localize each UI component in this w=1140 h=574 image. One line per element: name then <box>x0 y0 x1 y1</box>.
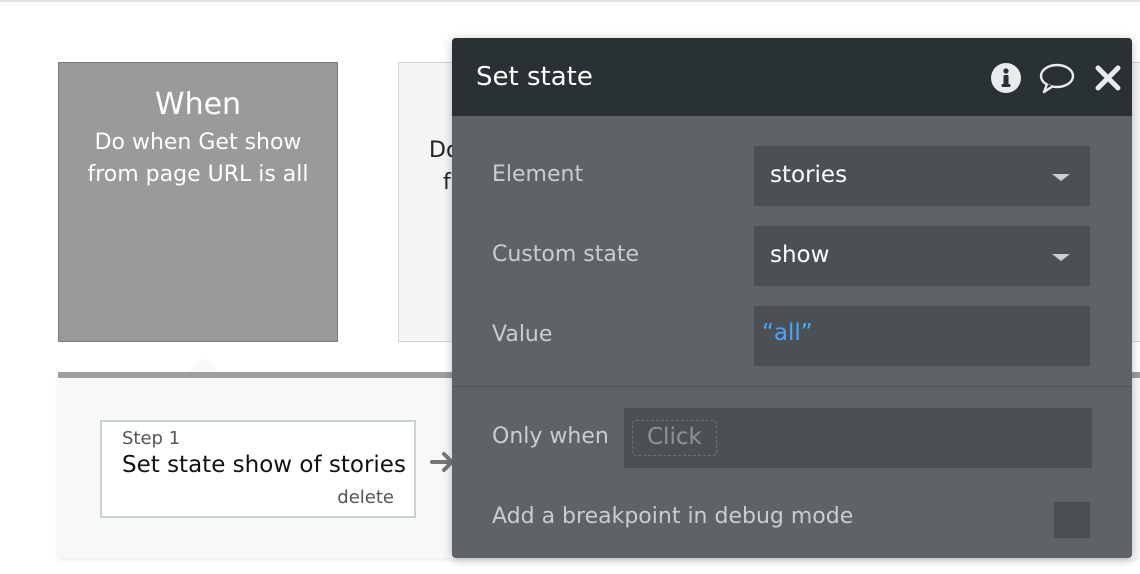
only-when-field[interactable]: Click <box>624 408 1092 468</box>
comment-icon[interactable] <box>1038 62 1076 94</box>
top-border <box>0 0 1140 2</box>
breakpoint-label: Add a breakpoint in debug mode <box>492 504 854 529</box>
element-dropdown-value: stories <box>770 162 848 188</box>
only-when-click-placeholder[interactable]: Click <box>632 420 717 456</box>
custom-state-dropdown[interactable]: show <box>754 226 1090 286</box>
description-line-2: f <box>443 170 451 195</box>
panel-header: Set state <box>452 38 1132 116</box>
value-label: Value <box>492 322 553 347</box>
event-pointer <box>188 358 220 372</box>
event-card-when[interactable]: When Do when Get show from page URL is a… <box>58 62 338 342</box>
value-expression-field[interactable]: “all” <box>754 306 1090 366</box>
value-expression-text: “all” <box>762 320 813 346</box>
property-editor-panel: Set state Element stories Custom state s… <box>452 38 1132 558</box>
step-card[interactable]: Step 1 Set state show of stories delete <box>100 420 416 518</box>
custom-state-dropdown-value: show <box>770 242 830 268</box>
chevron-down-icon <box>1052 254 1070 261</box>
element-dropdown[interactable]: stories <box>754 146 1090 206</box>
event-card-title: When <box>154 87 242 122</box>
panel-divider <box>452 386 1132 387</box>
step-action: Set state show of stories <box>122 452 406 478</box>
breakpoint-checkbox[interactable] <box>1054 502 1090 538</box>
only-when-label: Only when <box>492 424 609 449</box>
element-label: Element <box>492 162 584 187</box>
panel-title: Set state <box>476 62 593 92</box>
info-icon[interactable] <box>990 62 1022 94</box>
step-label: Step 1 <box>122 428 181 449</box>
custom-state-label: Custom state <box>492 242 640 267</box>
delete-step-link[interactable]: delete <box>337 487 394 508</box>
close-icon[interactable] <box>1092 62 1124 94</box>
event-card-description: Do when Get show from page URL is all <box>87 130 309 187</box>
chevron-down-icon <box>1052 174 1070 181</box>
